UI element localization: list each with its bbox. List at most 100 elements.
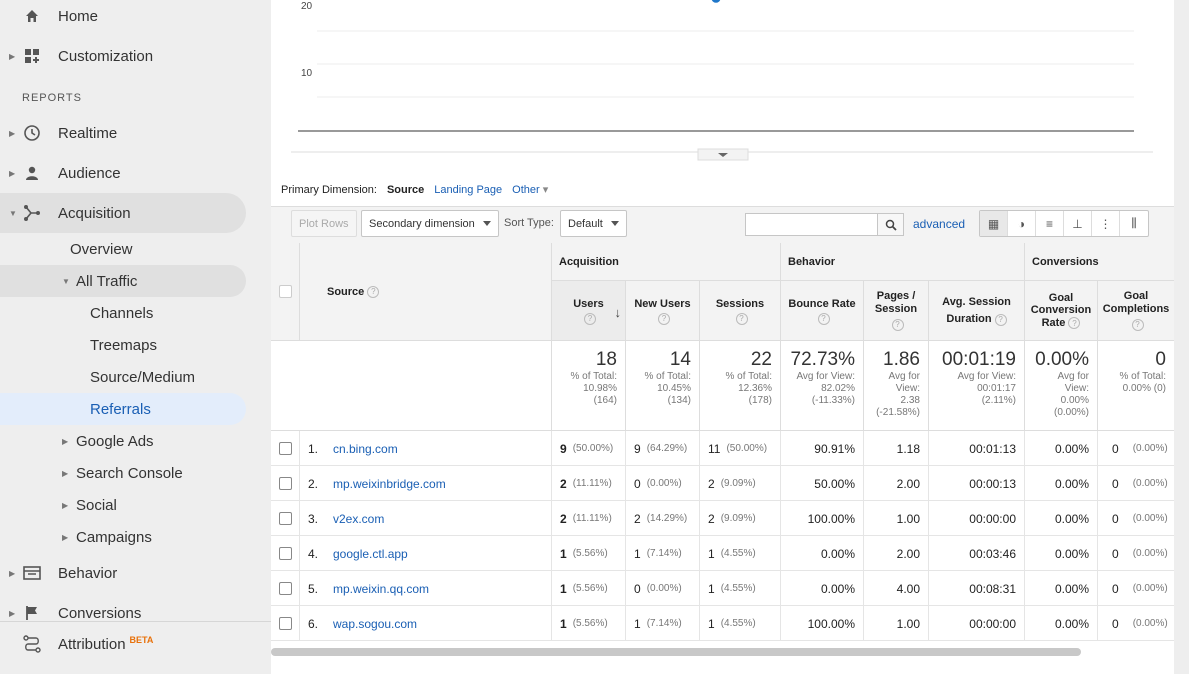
new-users-value: 1	[634, 546, 641, 561]
goal-conversion-rate-column-header[interactable]: Goal Conversion Rate?	[1024, 281, 1097, 340]
row-checkbox[interactable]	[278, 617, 292, 630]
sidebar-item-source-medium[interactable]: Source/Medium	[0, 361, 246, 393]
users-percent: (11.11%)	[572, 478, 612, 489]
goal-completions-value: 0	[1112, 546, 1119, 561]
new-users-cell: 2 (14.29%)	[625, 501, 699, 536]
sidebar-item-audience[interactable]: ▶ Audience	[0, 153, 246, 193]
source-link[interactable]: cn.bing.com	[333, 442, 398, 456]
help-icon[interactable]: ?	[367, 285, 380, 298]
help-icon[interactable]: ?	[1068, 317, 1081, 330]
help-icon[interactable]: ?	[817, 312, 830, 325]
new-users-column-header[interactable]: New Users?	[625, 281, 699, 340]
dimension-landing-page[interactable]: Landing Page	[434, 184, 502, 196]
sidebar-label: Customization	[58, 47, 154, 65]
table-view-icon[interactable]: ▦	[980, 211, 1008, 236]
source-cell: 2. mp.weixinbridge.com	[299, 466, 551, 501]
table-row: 6. wap.sogou.com 1 (5.56%) 1 (7.14%) 1 (4.55…	[271, 606, 1174, 641]
source-link[interactable]: mp.weixinbridge.com	[333, 477, 446, 491]
users-value: 2	[560, 476, 567, 491]
goal-completions-cell: 0 (0.00%)	[1097, 431, 1174, 466]
sessions-cell: 11 (50.00%)	[699, 431, 780, 466]
plot-rows-button[interactable]: Plot Rows	[291, 210, 357, 237]
help-icon[interactable]: ?	[735, 312, 748, 325]
gcr-header-line3: Rate?	[1042, 317, 1081, 330]
row-checkbox[interactable]	[278, 442, 292, 455]
total-value: 1.86	[883, 349, 920, 370]
select-all-checkbox[interactable]	[278, 285, 292, 298]
goal-completions-column-header[interactable]: Goal Completions?	[1097, 281, 1174, 340]
sidebar-item-search-console[interactable]: ▶ Search Console	[0, 457, 246, 489]
sidebar-item-customization[interactable]: ▶ Customization	[0, 36, 246, 76]
pages-session-column-header[interactable]: Pages / Session?	[863, 281, 928, 340]
sidebar-item-google-ads[interactable]: ▶ Google Ads	[0, 425, 246, 457]
new-users-percent: (0.00%)	[646, 583, 682, 594]
help-icon[interactable]: ?	[584, 312, 596, 325]
comparison-view-icon[interactable]: ⊥	[1064, 211, 1092, 236]
row-checkbox-cell	[271, 501, 299, 536]
sidebar-item-home[interactable]: Home	[0, 0, 246, 36]
sidebar-item-referrals[interactable]: Referrals	[0, 393, 246, 425]
sidebar-item-social[interactable]: ▶ Social	[0, 489, 246, 521]
row-checkbox[interactable]	[278, 547, 292, 560]
sidebar-item-realtime[interactable]: ▶ Realtime	[0, 113, 246, 153]
chevron-right-icon: ▶	[9, 51, 16, 61]
performance-view-icon[interactable]: ≡	[1036, 211, 1064, 236]
users-value: 1	[560, 546, 567, 561]
secondary-dimension-dropdown[interactable]: Secondary dimension	[361, 210, 499, 237]
sort-desc-arrow-icon: ↓	[614, 305, 622, 320]
sessions-cell: 1 (4.55%)	[699, 606, 780, 641]
help-icon[interactable]: ?	[891, 318, 904, 331]
total-caption: 10.45%	[657, 383, 691, 394]
sessions-value: 1	[708, 546, 715, 561]
sort-type-dropdown[interactable]: Default	[560, 210, 627, 237]
help-icon[interactable]: ?	[1131, 318, 1144, 331]
sessions-percent: (4.55%)	[720, 548, 756, 559]
bounce-rate-column-header[interactable]: Bounce Rate?	[780, 281, 863, 340]
row-checkbox[interactable]	[278, 477, 292, 490]
advanced-filter-link[interactable]: advanced	[913, 217, 965, 231]
sidebar-item-overview[interactable]: Overview	[0, 229, 246, 269]
source-link[interactable]: google.ctl.app	[333, 547, 408, 561]
sidebar-item-campaigns[interactable]: ▶ Campaigns	[0, 521, 246, 553]
help-icon[interactable]: ?	[994, 313, 1007, 326]
source-link[interactable]: wap.sogou.com	[333, 617, 417, 631]
new-users-cell: 1 (7.14%)	[625, 536, 699, 571]
table-search-input[interactable]	[745, 213, 878, 236]
sidebar-label: Conversions	[58, 604, 142, 622]
sidebar-item-all-traffic[interactable]: ▼ All Traffic	[0, 265, 246, 297]
sessions-total: 22% of Total: 12.36% (178)	[699, 340, 780, 431]
avg-duration-value: 00:08:31	[969, 581, 1016, 596]
row-checkbox[interactable]	[278, 512, 292, 525]
avg-session-duration-column-header[interactable]: Avg. Session Duration?	[928, 281, 1024, 340]
sidebar-item-attribution[interactable]: Attribution BETA	[0, 624, 246, 664]
users-column-header[interactable]: Users? ↓	[551, 281, 625, 340]
source-column-header[interactable]: Source?	[299, 243, 551, 340]
dimension-other-dropdown[interactable]: Other ▾	[512, 183, 548, 196]
row-checkbox[interactable]	[278, 582, 292, 595]
chevron-down-icon: ▼	[9, 208, 17, 218]
avg-duration-value: 00:01:13	[969, 441, 1016, 456]
source-link[interactable]: v2ex.com	[333, 512, 384, 526]
search-button[interactable]	[877, 213, 904, 236]
data-point[interactable]	[711, 0, 721, 3]
pages-session-cell: 4.00	[863, 571, 928, 606]
sidebar-item-acquisition[interactable]: ▼ Acquisition	[0, 193, 246, 233]
help-icon[interactable]: ?	[658, 312, 670, 325]
source-link[interactable]: mp.weixin.qq.com	[333, 582, 429, 596]
horizontal-scrollbar[interactable]	[271, 648, 1081, 656]
total-caption: (134)	[667, 395, 691, 406]
sidebar-item-channels[interactable]: Channels	[0, 297, 246, 329]
total-caption: % of Total:	[1119, 371, 1166, 382]
goal-conversion-rate-cell: 0.00%	[1024, 501, 1097, 536]
pie-view-icon[interactable]: ◑	[1008, 211, 1036, 236]
pivot-view-icon[interactable]: ⫼	[1120, 211, 1148, 236]
sessions-column-header[interactable]: Sessions?	[699, 281, 780, 340]
pages-header-text: Pages /	[876, 290, 916, 303]
dimension-source[interactable]: Source	[387, 184, 424, 196]
sidebar-item-treemaps[interactable]: Treemaps	[0, 329, 246, 361]
sidebar-item-behavior[interactable]: ▶ Behavior	[0, 553, 246, 593]
total-value: 72.73%	[790, 349, 855, 370]
sidebar-label: Behavior	[58, 564, 118, 582]
term-cloud-view-icon[interactable]: ⋮	[1092, 211, 1120, 236]
total-caption: (178)	[748, 395, 772, 406]
